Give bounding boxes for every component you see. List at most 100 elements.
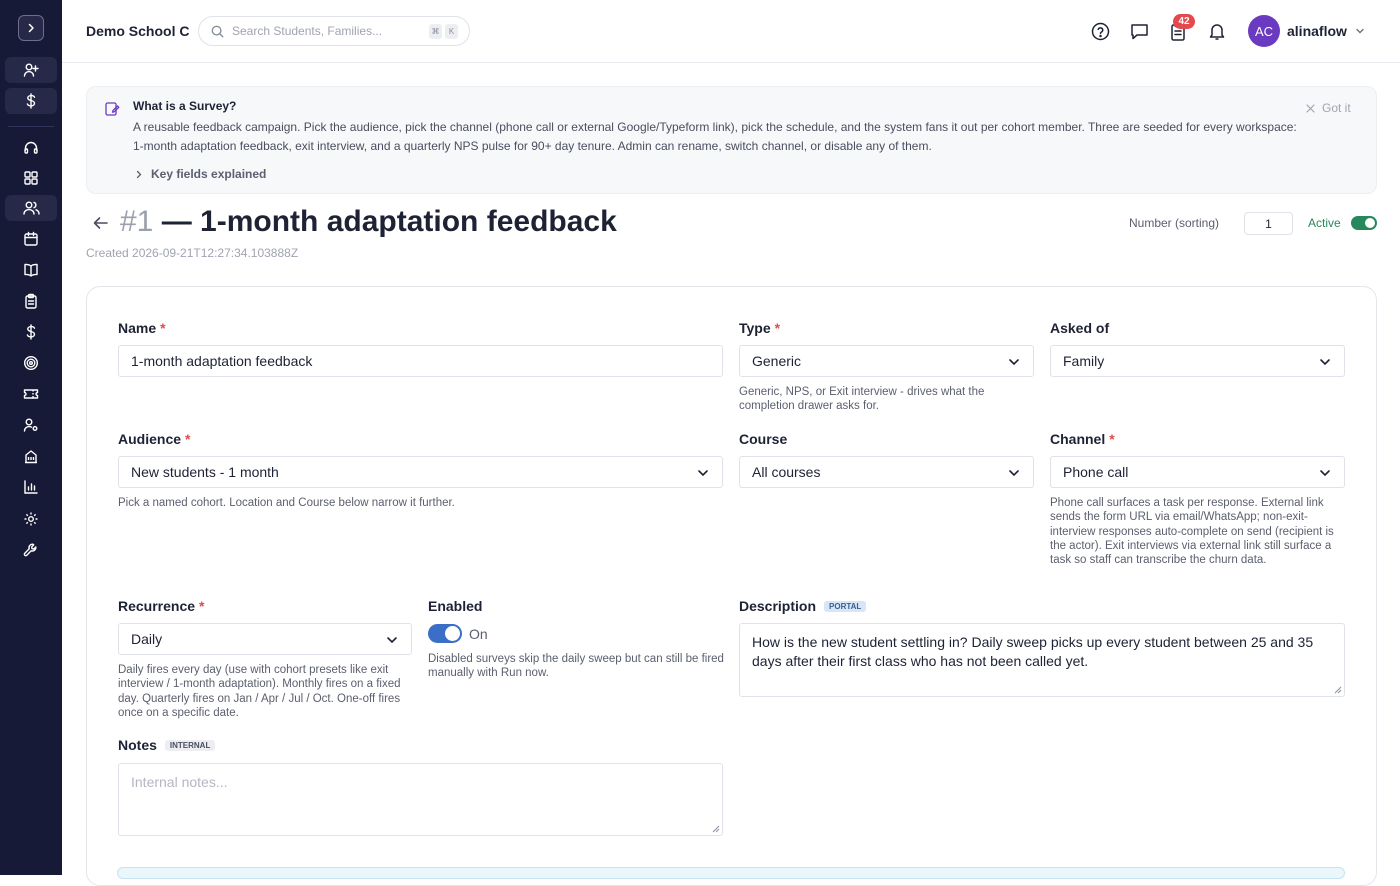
- top-bar: Demo School C Search Students, Families.…: [62, 0, 1400, 63]
- school-name[interactable]: Demo School C: [86, 23, 189, 39]
- book-open-icon: [24, 263, 38, 277]
- sidebar-item-reports[interactable]: [5, 474, 57, 500]
- sidebar-item-finance[interactable]: [5, 319, 57, 345]
- notes-placeholder: Internal notes...: [131, 774, 228, 790]
- enabled-state: On: [469, 626, 488, 642]
- course-value: All courses: [752, 464, 821, 480]
- user-name[interactable]: alinaflow: [1287, 23, 1347, 39]
- description-textarea[interactable]: How is the new student settling in? Dail…: [739, 623, 1345, 697]
- survey-title: — 1-month adaptation feedback: [161, 205, 617, 238]
- type-label: Type *: [739, 320, 781, 336]
- notifications-button[interactable]: [1207, 21, 1227, 41]
- course-label: Course: [739, 431, 788, 447]
- shortcut-key-k: K: [445, 24, 458, 39]
- search-icon: [211, 25, 224, 37]
- type-help: Generic, NPS, or Exit interview - drives…: [739, 386, 985, 413]
- sidebar-item-add-student[interactable]: [5, 57, 57, 83]
- user-plus-icon: [23, 63, 39, 77]
- asked-of-select[interactable]: Family: [1050, 345, 1345, 377]
- key-fields-toggle[interactable]: Key fields explained: [135, 167, 266, 181]
- chevron-down-icon: [387, 637, 397, 644]
- search-input[interactable]: Search Students, Families... ⌘ K: [198, 16, 470, 46]
- bar-chart-icon: [24, 480, 38, 494]
- enabled-help: Disabled surveys skip the daily sweep bu…: [428, 653, 724, 680]
- user-gear-icon: [23, 418, 38, 432]
- asked-of-label: Asked of: [1050, 320, 1110, 336]
- ticket-icon: [23, 389, 39, 399]
- page-title: #1 — 1-month adaptation feedback: [120, 205, 617, 239]
- building-icon: [25, 450, 37, 464]
- dismiss-button[interactable]: Got it: [1306, 101, 1351, 115]
- sidebar-item-settings[interactable]: [5, 506, 57, 532]
- sidebar-item-calendar[interactable]: [5, 226, 57, 252]
- resize-grip-icon[interactable]: [1334, 686, 1342, 694]
- channel-label: Channel *: [1050, 431, 1115, 447]
- back-arrow-icon[interactable]: [92, 215, 109, 231]
- chevron-down-icon: [698, 470, 708, 477]
- dollar-icon: [26, 93, 36, 109]
- course-select[interactable]: All courses: [739, 456, 1034, 488]
- sidebar-item-people[interactable]: [5, 195, 57, 221]
- name-field[interactable]: 1-month adaptation feedback: [118, 345, 723, 377]
- clipboard-icon: [25, 293, 37, 309]
- internal-tag: INTERNAL: [164, 739, 216, 751]
- recurrence-select[interactable]: Daily: [118, 623, 412, 655]
- audience-help: Pick a named cohort. Location and Course…: [118, 497, 455, 509]
- description-label: Description PORTAL: [739, 598, 867, 614]
- bell-icon: [1209, 23, 1225, 40]
- type-select[interactable]: Generic: [739, 345, 1034, 377]
- recurrence-help: Daily fires every day (use with cohort p…: [118, 664, 401, 719]
- chevron-down-icon[interactable]: [1354, 25, 1366, 37]
- avatar[interactable]: AC: [1248, 15, 1280, 47]
- notification-count-badge: 42: [1173, 14, 1195, 29]
- sidebar-divider: [8, 126, 54, 127]
- audience-select[interactable]: New students - 1 month: [118, 456, 723, 488]
- enabled-label: Enabled: [428, 598, 483, 614]
- sidebar-item-tasks[interactable]: [5, 288, 57, 314]
- sidebar-item-support[interactable]: [5, 135, 57, 161]
- headset-icon: [24, 141, 38, 154]
- sidebar-item-courses[interactable]: [5, 257, 57, 283]
- messages-button[interactable]: [1129, 21, 1149, 41]
- help-circle-icon: [1091, 22, 1109, 40]
- sidebar-expand-button[interactable]: [18, 15, 44, 41]
- search-placeholder: Search Students, Families...: [232, 24, 383, 38]
- number-sorting-input[interactable]: 1: [1244, 212, 1293, 235]
- sidebar-item-dashboard[interactable]: [5, 165, 57, 191]
- chevron-down-icon: [1009, 470, 1019, 477]
- gear-icon: [24, 512, 38, 526]
- channel-select[interactable]: Phone call: [1050, 456, 1345, 488]
- grid-icon: [24, 171, 38, 185]
- sidebar-item-tickets[interactable]: [5, 381, 57, 407]
- channel-value: Phone call: [1063, 464, 1129, 480]
- chevron-down-icon: [1320, 359, 1330, 366]
- notes-textarea[interactable]: Internal notes...: [118, 763, 723, 836]
- wrench-icon: [23, 543, 37, 557]
- description-value: How is the new student settling in? Dail…: [752, 634, 1314, 669]
- sidebar-item-goals[interactable]: [5, 350, 57, 376]
- number-sorting-label: Number (sorting): [1129, 216, 1220, 230]
- resize-grip-icon[interactable]: [712, 825, 720, 833]
- users-icon: [22, 201, 40, 215]
- asked-of-value: Family: [1063, 353, 1105, 369]
- chevron-down-icon: [1320, 470, 1330, 477]
- target-icon: [23, 355, 39, 371]
- sidebar-item-staff[interactable]: [5, 412, 57, 438]
- enabled-toggle[interactable]: [428, 624, 462, 643]
- key-fields-label: Key fields explained: [151, 167, 267, 181]
- sidebar-item-payments[interactable]: [5, 88, 57, 114]
- sidebar: [0, 0, 62, 875]
- close-icon: [1306, 103, 1315, 113]
- sidebar-item-tools[interactable]: [5, 537, 57, 563]
- dismiss-label: Got it: [1322, 101, 1351, 115]
- recurrence-label: Recurrence *: [118, 598, 205, 614]
- created-timestamp: Created 2026-09-21T12:27:34.103888Z: [86, 246, 299, 260]
- chat-icon: [1130, 23, 1148, 39]
- active-toggle[interactable]: [1351, 216, 1377, 230]
- sidebar-item-locations[interactable]: [5, 443, 57, 469]
- recurrence-value: Daily: [131, 631, 163, 647]
- shortcut-key-cmd: ⌘: [429, 24, 442, 39]
- help-button[interactable]: [1090, 21, 1110, 41]
- name-label: Name *: [118, 320, 166, 336]
- info-panel-edge: [117, 867, 1345, 879]
